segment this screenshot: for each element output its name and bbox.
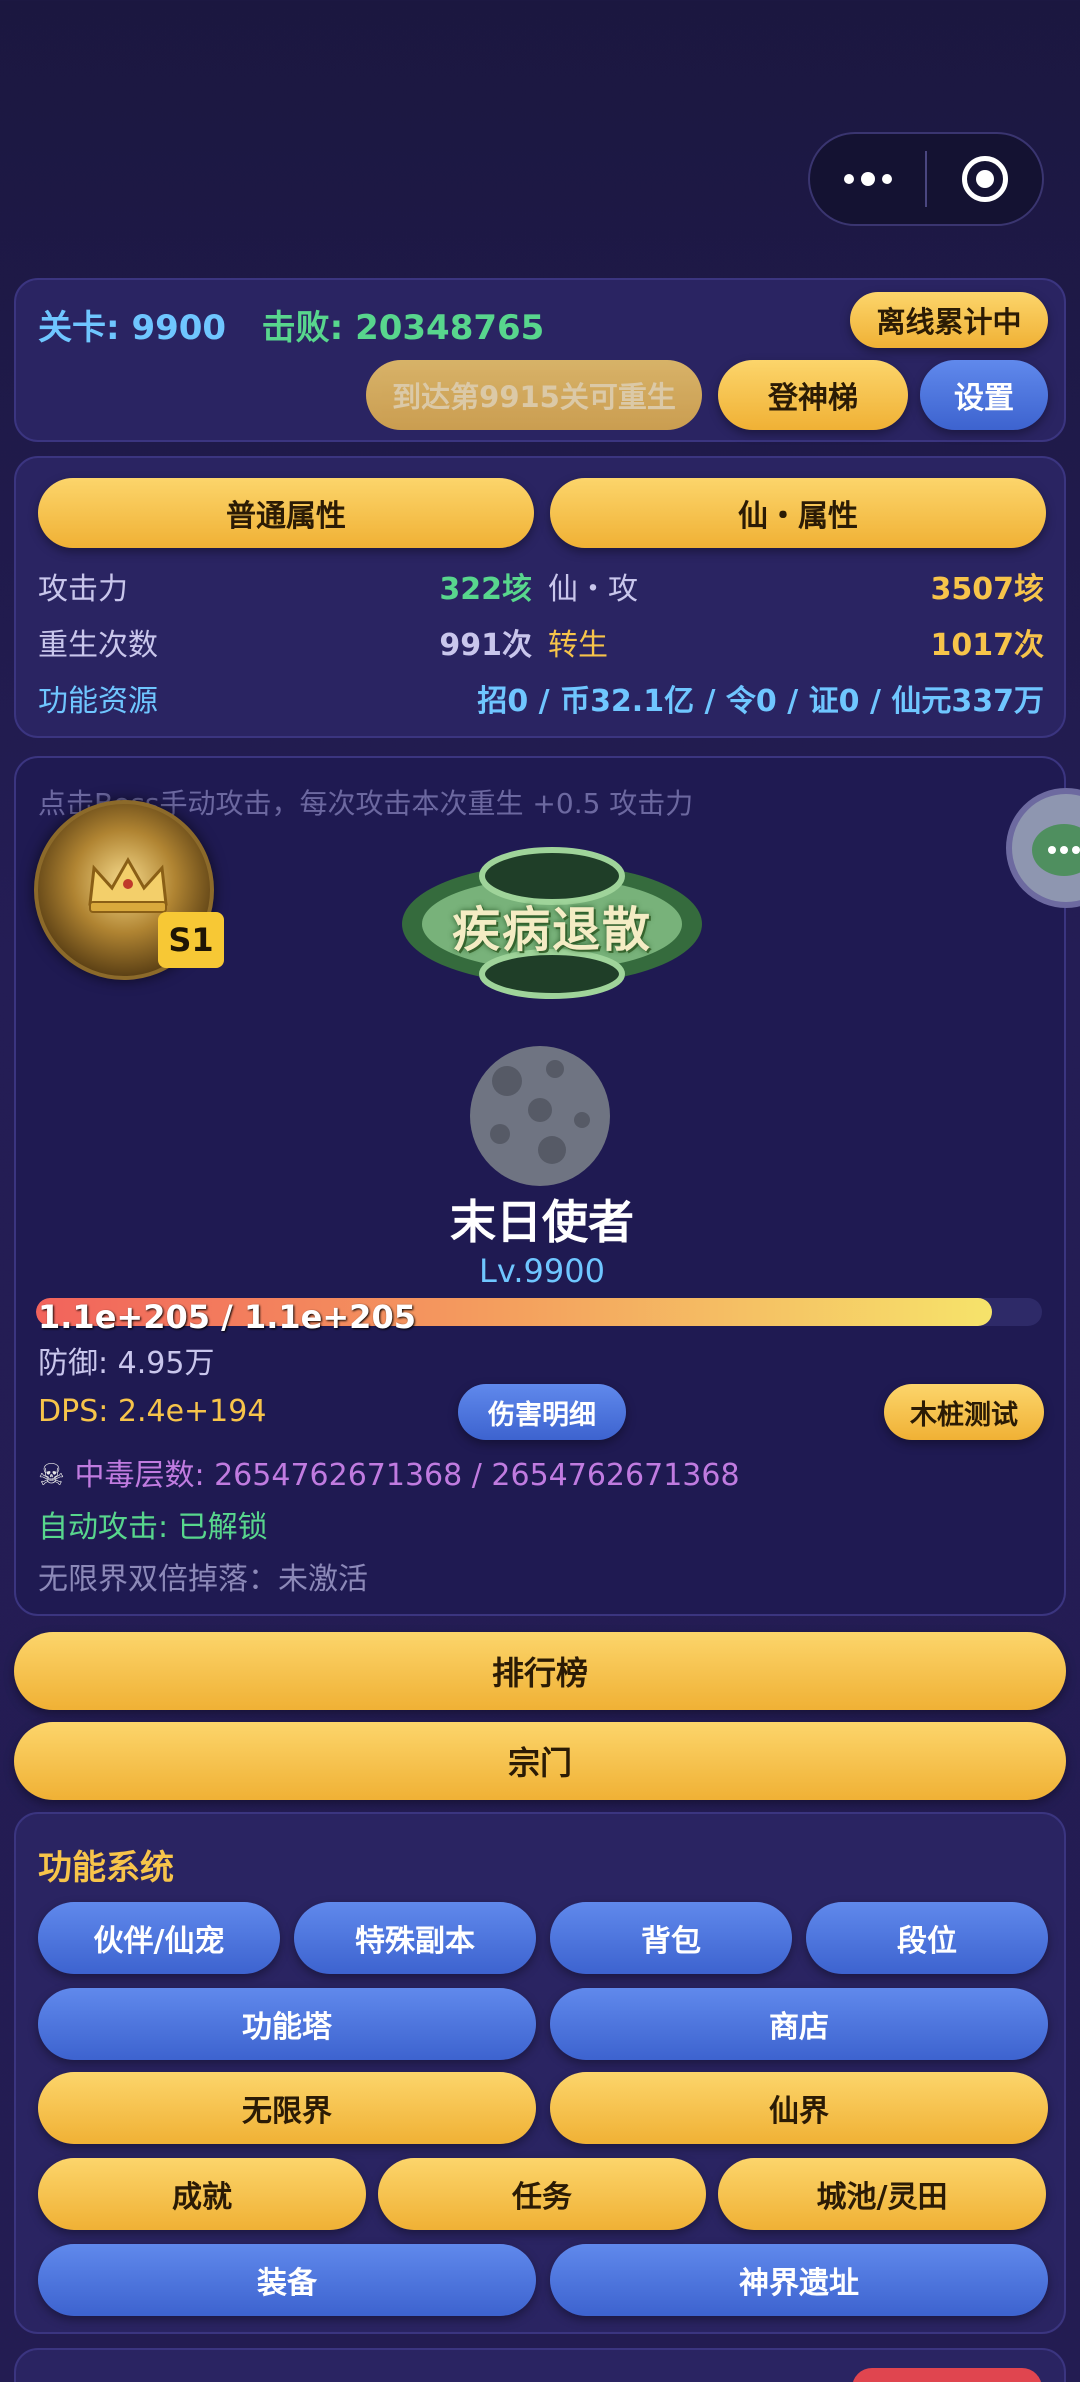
chat-button[interactable] (1006, 788, 1080, 908)
tab-immortal-attributes[interactable]: 仙・属性 (550, 478, 1046, 548)
attack-label: 攻击力 (38, 572, 128, 607)
title-emblem: 疾病退散 (382, 836, 722, 1006)
settings-button[interactable]: 设置 (920, 360, 1048, 430)
ladder-button[interactable]: 登神梯 (718, 360, 908, 430)
stage-label: 关卡: (38, 308, 120, 348)
immortal-attack-value: 3507垓 (930, 572, 1045, 607)
boss-hp-text: 1.1e+205 / 1.1e+205 (38, 1298, 416, 1336)
chat-icon (1032, 824, 1080, 876)
task-button[interactable]: 任务 (378, 2158, 706, 2230)
stage-info: 关卡: 9900 击败: 20348765 (38, 300, 544, 349)
leaderboard-button[interactable]: 排行榜 (14, 1632, 1066, 1710)
red-action-button[interactable] (852, 2368, 1042, 2382)
tower-button[interactable]: 功能塔 (38, 1988, 536, 2060)
poison-text: 中毒层数: 2654762671368 / 2654762671368 (74, 1458, 740, 1493)
rebirth-row: 重生次数 991次 转生 1017次 (38, 620, 1044, 664)
equipment-button[interactable]: 装备 (38, 2244, 536, 2316)
boss-avatar[interactable] (470, 1046, 610, 1186)
attack-value: 322垓 (439, 572, 532, 607)
infinite-drop-status: 无限界双倍掉落：未激活 (38, 1562, 368, 1597)
reincarnate-value: 1017次 (930, 628, 1045, 663)
defeat-value: 20348765 (355, 308, 545, 348)
backpack-button[interactable]: 背包 (550, 1902, 792, 1974)
rank-button[interactable]: 段位 (806, 1902, 1048, 1974)
boss-name: 末日使者 (450, 1195, 634, 1249)
attributes-panel: 普通属性 仙・属性 攻击力 322垓 仙・攻 3507垓 重生次数 991次 转… (14, 456, 1066, 738)
crown-icon (88, 856, 168, 913)
stage-panel: 关卡: 9900 击败: 20348765 离线累计中 到达第9915关可重生 … (14, 278, 1066, 442)
offline-accumulate-button[interactable]: 离线累计中 (850, 292, 1048, 348)
infinite-realm-button[interactable]: 无限界 (38, 2072, 536, 2144)
immortal-realm-button[interactable]: 仙界 (550, 2072, 1048, 2144)
season-badge[interactable]: S1 (34, 800, 224, 980)
battle-panel: 点击Boss手动攻击，每次攻击本次重生 +0.5 攻击力 S1 疾病退散 末日使… (14, 756, 1080, 1616)
city-button[interactable]: 城池/灵田 (718, 2158, 1046, 2230)
functions-title: 功能系统 (38, 1848, 174, 1888)
rebirth-button[interactable]: 到达第9915关可重生 (366, 360, 702, 430)
close-button[interactable] (927, 134, 1042, 224)
dummy-test-button[interactable]: 木桩测试 (884, 1384, 1044, 1440)
functions-panel: 功能系统 伙伴/仙宠 特殊副本 背包 段位 功能塔 商店 无限界 仙界 成就 任… (14, 1812, 1066, 2334)
title-emblem-text: 疾病退散 (451, 902, 652, 958)
divine-ruins-button[interactable]: 神界遗址 (550, 2244, 1048, 2316)
boss-defense: 防御: 4.95万 (38, 1346, 215, 1381)
attack-row: 攻击力 322垓 仙・攻 3507垓 (38, 564, 1044, 608)
season-label: S1 (158, 912, 224, 968)
boss-level: Lv.9900 (479, 1252, 605, 1290)
damage-detail-button[interactable]: 伤害明细 (458, 1384, 626, 1440)
miniprogram-capsule (808, 132, 1044, 226)
shop-button[interactable]: 商店 (550, 1988, 1048, 2060)
more-dots-icon (843, 172, 892, 186)
sect-button[interactable]: 宗门 (14, 1722, 1066, 1800)
resource-row: 功能资源 招0 / 币32.1亿 / 令0 / 证0 / 仙元337万 (38, 676, 1044, 720)
immortal-attack-label: 仙・攻 (548, 572, 638, 607)
defeat-label: 击败: (261, 308, 344, 348)
auto-attack-status: 自动攻击: 已解锁 (38, 1510, 268, 1545)
reincarnate-label: 转生 (548, 628, 608, 663)
partner-button[interactable]: 伙伴/仙宠 (38, 1902, 280, 1974)
tab-normal-attributes[interactable]: 普通属性 (38, 478, 534, 548)
poison-line: ☠ 中毒层数: 2654762671368 / 2654762671368 (38, 1450, 740, 1494)
more-button[interactable] (810, 134, 925, 224)
resource-label: 功能资源 (38, 684, 158, 719)
rebirth-label: 重生次数 (38, 628, 158, 663)
resource-value: 招0 / 币32.1亿 / 令0 / 证0 / 仙元337万 (477, 684, 1044, 719)
target-close-icon (961, 156, 1008, 202)
dps-text: DPS: 2.4e+194 (38, 1394, 267, 1429)
special-dungeon-button[interactable]: 特殊副本 (294, 1902, 536, 1974)
rebirth-value: 991次 (439, 628, 532, 663)
achievement-button[interactable]: 成就 (38, 2158, 366, 2230)
poison-skull-icon: ☠ (38, 1458, 65, 1493)
stage-value: 9900 (131, 308, 227, 348)
